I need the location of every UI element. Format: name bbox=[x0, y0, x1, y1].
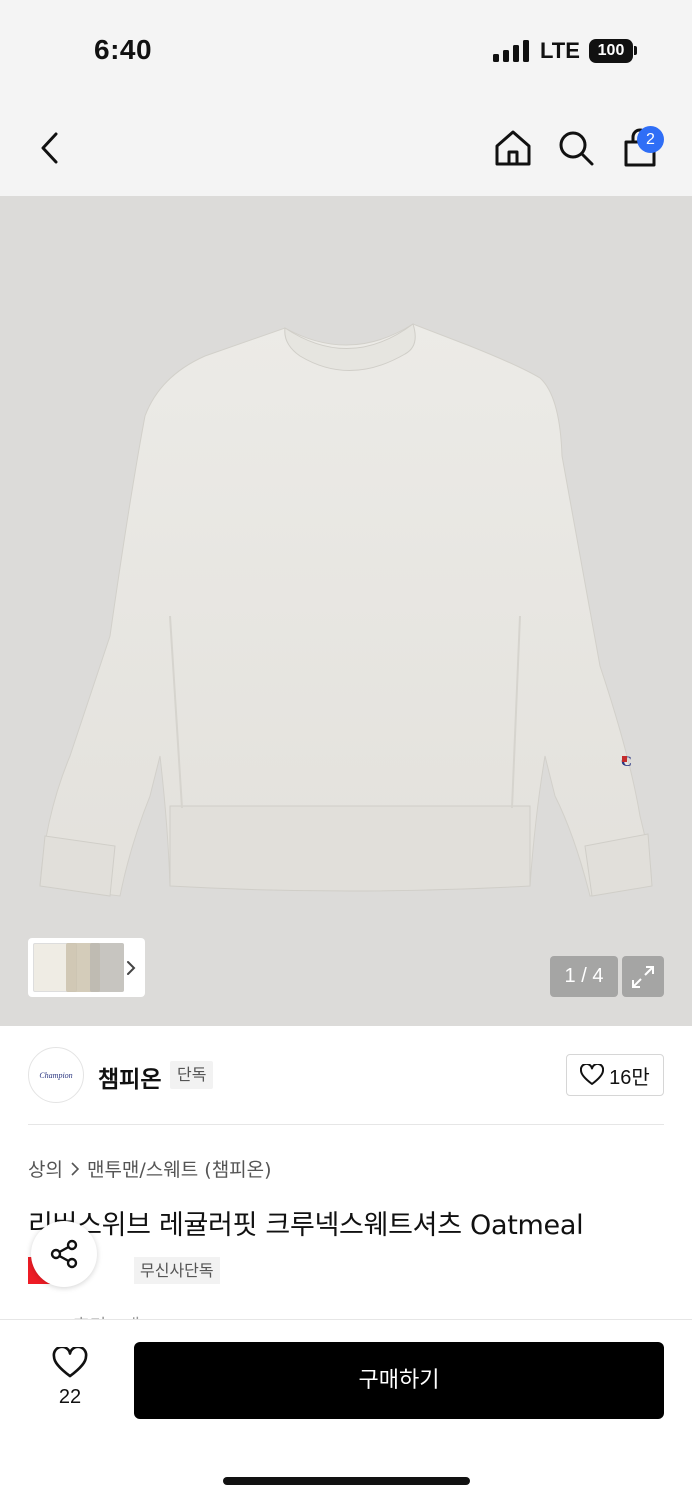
breadcrumb: 상의 맨투맨/스웨트 (챔피온) bbox=[28, 1155, 272, 1182]
network-label: LTE bbox=[540, 38, 580, 63]
share-icon bbox=[50, 1239, 78, 1269]
heart-icon bbox=[52, 1345, 88, 1378]
nav-header bbox=[0, 100, 692, 196]
back-button[interactable] bbox=[28, 100, 72, 196]
expand-icon bbox=[632, 965, 654, 988]
wishlist-count: 22 bbox=[58, 1386, 82, 1408]
buy-button[interactable]: 구매하기 bbox=[134, 1342, 664, 1419]
chevron-right-icon bbox=[127, 961, 136, 975]
search-icon bbox=[559, 131, 594, 166]
expand-button[interactable] bbox=[622, 956, 664, 997]
brand-logo[interactable]: Champion bbox=[28, 1047, 84, 1103]
home-icon bbox=[495, 130, 531, 166]
back-icon bbox=[41, 132, 58, 164]
signal-icon bbox=[493, 40, 529, 62]
brand-name[interactable]: 챔피온 bbox=[98, 1060, 161, 1094]
breadcrumb-subcategory[interactable]: 맨투맨/스웨트 (챔피온) bbox=[87, 1155, 272, 1182]
image-counter: 1 / 4 bbox=[550, 956, 618, 997]
musinsa-exclusive-tag: 무신사단독 bbox=[134, 1257, 220, 1284]
product-title: 리버스위브 레귤러핏 크루넥스웨트셔츠 Oatmeal bbox=[28, 1210, 584, 1241]
product-image[interactable]: C bbox=[0, 196, 692, 1026]
battery-icon: 100 bbox=[589, 39, 633, 63]
battery-nub bbox=[634, 46, 637, 55]
cart-count-badge: 2 bbox=[637, 126, 664, 153]
logo-accent bbox=[622, 756, 627, 762]
thumbnail-3[interactable] bbox=[90, 943, 124, 992]
brand-logo-text: Champion bbox=[39, 1070, 73, 1080]
brand-like-count: 16만 bbox=[609, 1066, 650, 1089]
home-indicator bbox=[223, 1477, 470, 1485]
breadcrumb-category[interactable]: 상의 bbox=[28, 1155, 63, 1182]
search-button[interactable] bbox=[554, 100, 598, 196]
home-button[interactable] bbox=[490, 100, 536, 196]
thumbnail-strip[interactable] bbox=[28, 938, 145, 997]
share-button[interactable] bbox=[31, 1221, 97, 1287]
exclusive-badge: 단독 bbox=[170, 1061, 214, 1089]
status-time: 6:40 bbox=[94, 34, 153, 65]
chevron-right-icon bbox=[71, 1161, 79, 1176]
sweatshirt-image: C bbox=[39, 323, 653, 897]
brand-like-button[interactable]: 16만 bbox=[566, 1054, 664, 1096]
status-bar: 6:40 LTE 100 bbox=[0, 0, 692, 100]
heart-icon bbox=[580, 1064, 605, 1085]
divider bbox=[28, 1124, 664, 1125]
